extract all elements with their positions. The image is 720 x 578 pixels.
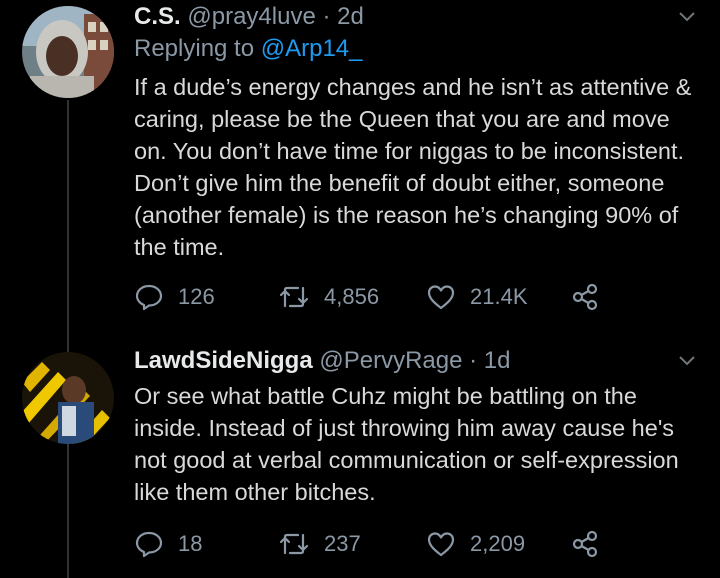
avatar[interactable] — [22, 6, 114, 98]
display-name[interactable]: C.S. — [134, 3, 181, 30]
like-icon — [426, 282, 456, 312]
user-handle[interactable]: @PervyRage — [319, 347, 462, 374]
share-icon — [570, 529, 600, 559]
tweet-actions: 18 237 2,209 — [134, 524, 720, 564]
tweet[interactable]: LawdSideNigga @PervyRage · 1d Or see wha… — [0, 340, 720, 578]
separator-dot: · — [469, 347, 478, 374]
retweet-icon — [278, 529, 310, 559]
like-button[interactable]: 2,209 — [426, 524, 525, 564]
display-name[interactable]: LawdSideNigga — [134, 347, 313, 374]
like-count: 21.4K — [470, 284, 528, 309]
share-icon — [570, 282, 600, 312]
share-button[interactable] — [570, 524, 600, 564]
reply-button[interactable]: 18 — [134, 524, 202, 564]
reply-count: 126 — [178, 284, 215, 309]
retweet-button[interactable]: 4,856 — [278, 277, 379, 317]
tweet-header: C.S. @pray4luve · 2d — [134, 2, 660, 32]
retweet-count: 237 — [324, 531, 361, 556]
tweet-text: Or see what battle Cuhz might be battlin… — [134, 383, 679, 505]
like-button[interactable]: 21.4K — [426, 277, 528, 317]
replying-to-label: Replying to — [134, 35, 255, 62]
like-count: 2,209 — [470, 531, 526, 556]
reply-count: 18 — [178, 531, 203, 556]
reply-icon — [134, 282, 164, 312]
reply-button[interactable]: 126 — [134, 277, 215, 317]
tweet-text: If a dude’s energy changes and he isn’t … — [134, 74, 692, 260]
timestamp[interactable]: 1d — [484, 347, 511, 374]
share-button[interactable] — [570, 277, 600, 317]
tweet[interactable]: C.S. @pray4luve · 2d Replying to @Arp14_… — [0, 0, 720, 340]
tweet-header: LawdSideNigga @PervyRage · 1d — [134, 346, 660, 376]
like-icon — [426, 529, 456, 559]
retweet-count: 4,856 — [324, 284, 380, 309]
user-handle[interactable]: @pray4luve — [187, 3, 315, 30]
retweet-button[interactable]: 237 — [278, 524, 361, 564]
chevron-down-icon[interactable] — [678, 352, 696, 370]
reply-mention-link[interactable]: @Arp14_ — [261, 35, 363, 62]
separator-dot: · — [322, 3, 331, 30]
replying-to: Replying to @Arp14_ — [134, 34, 363, 64]
avatar[interactable] — [22, 352, 114, 444]
tweet-actions: 126 4,856 21.4K — [134, 277, 720, 317]
chevron-down-icon[interactable] — [678, 8, 696, 26]
retweet-icon — [278, 282, 310, 312]
timestamp[interactable]: 2d — [337, 3, 364, 30]
reply-icon — [134, 529, 164, 559]
